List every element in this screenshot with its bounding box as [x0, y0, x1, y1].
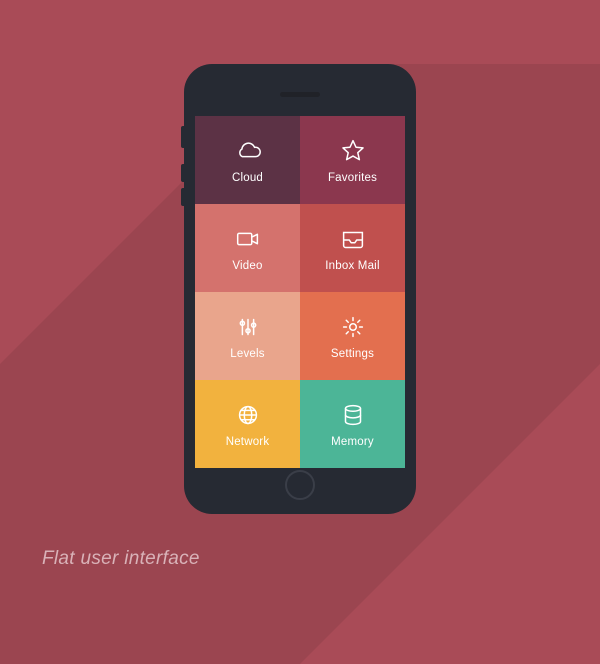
tile-inbox[interactable]: Inbox Mail: [300, 204, 405, 292]
home-button[interactable]: [285, 470, 315, 500]
star-icon: [338, 136, 368, 166]
tile-network[interactable]: Network: [195, 380, 300, 468]
speaker: [280, 92, 320, 97]
tile-label: Settings: [331, 348, 374, 360]
video-icon: [233, 224, 263, 254]
tile-video[interactable]: Video: [195, 204, 300, 292]
inbox-icon: [338, 224, 368, 254]
tile-settings[interactable]: Settings: [300, 292, 405, 380]
database-icon: [338, 400, 368, 430]
tile-label: Network: [226, 436, 270, 448]
tile-levels[interactable]: Levels: [195, 292, 300, 380]
tile-label: Favorites: [328, 172, 377, 184]
sliders-icon: [233, 312, 263, 342]
tile-label: Video: [232, 260, 262, 272]
gear-icon: [338, 312, 368, 342]
tile-label: Inbox Mail: [325, 260, 379, 272]
tile-label: Cloud: [232, 172, 263, 184]
app-grid: Cloud Favorites Video Inbox Mail: [195, 116, 405, 468]
caption-text: Flat user interface: [42, 548, 200, 570]
volume-down-button: [181, 188, 184, 206]
cloud-icon: [233, 136, 263, 166]
volume-up-button: [181, 164, 184, 182]
power-button: [181, 126, 184, 148]
tile-cloud[interactable]: Cloud: [195, 116, 300, 204]
tile-favorites[interactable]: Favorites: [300, 116, 405, 204]
tile-label: Memory: [331, 436, 374, 448]
tile-memory[interactable]: Memory: [300, 380, 405, 468]
globe-icon: [233, 400, 263, 430]
tile-label: Levels: [230, 348, 264, 360]
phone-mockup: Cloud Favorites Video Inbox Mail: [184, 64, 416, 514]
